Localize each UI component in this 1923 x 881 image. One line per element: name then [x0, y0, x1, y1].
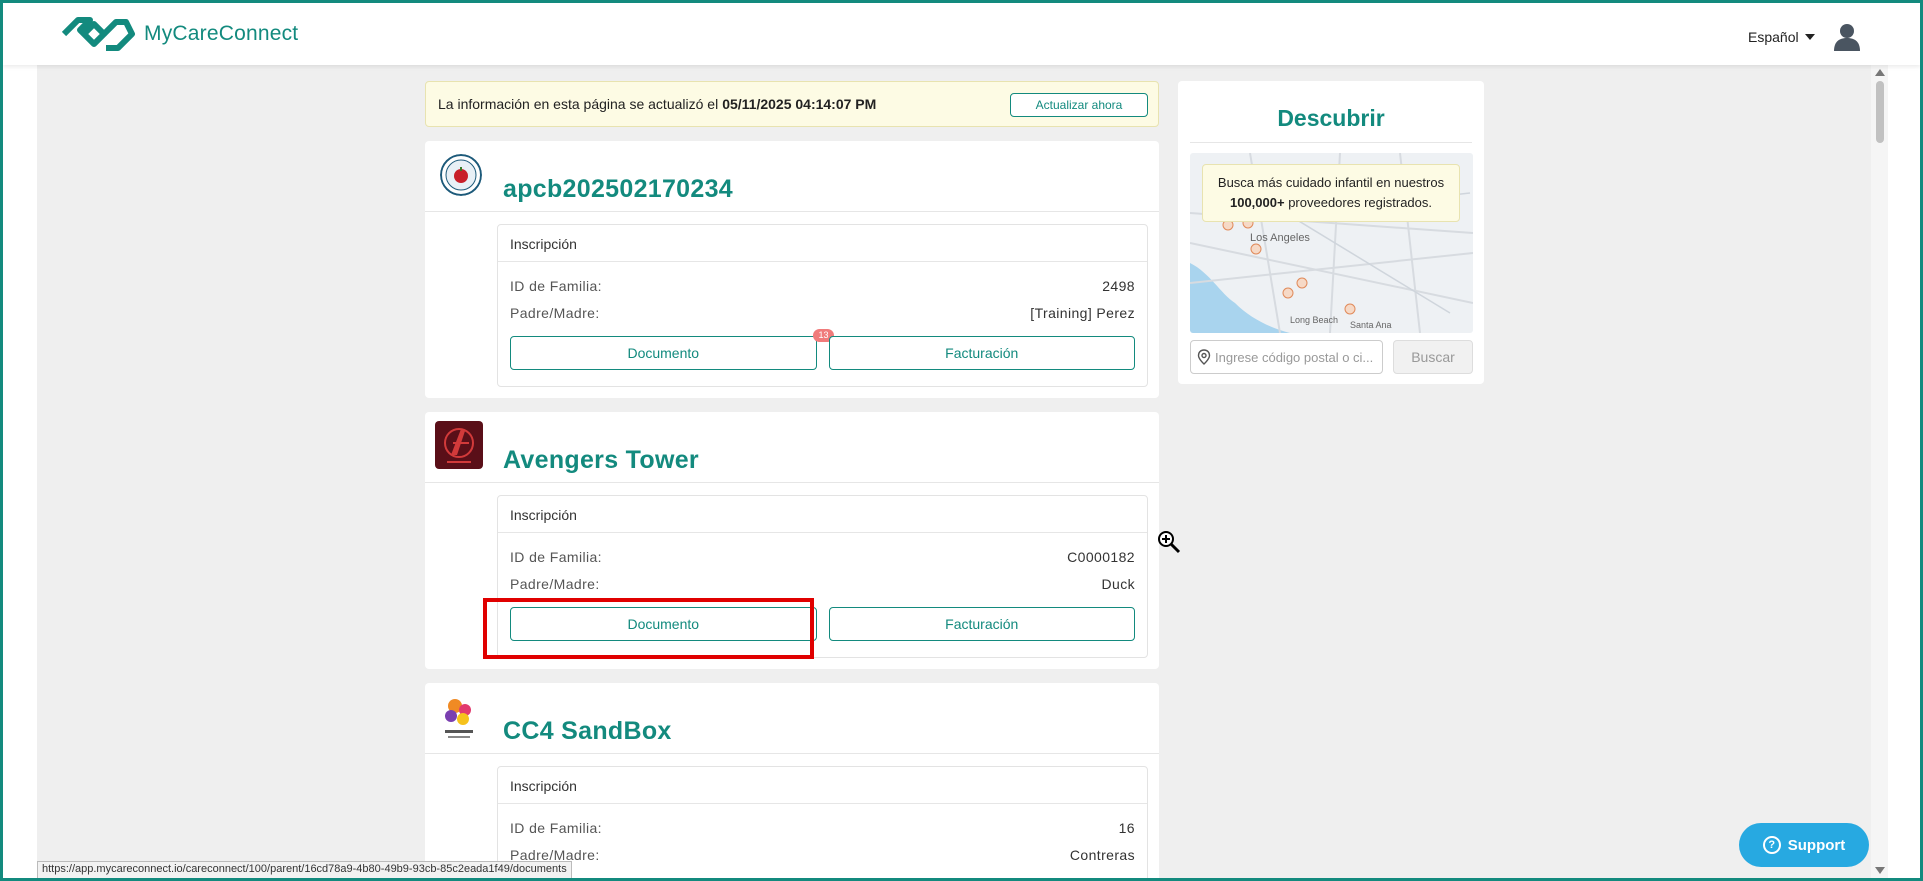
provider-card: apcb202502170234 Inscripción ID de Famil… — [425, 141, 1159, 398]
enrollment-panel: Inscripción ID de Familia: C0000182 Padr… — [497, 495, 1148, 658]
discover-note: Busca más cuidado infantil en nuestros 1… — [1202, 164, 1460, 222]
support-label: Support — [1787, 836, 1846, 854]
providers-map[interactable]: Los Angeles Long Beach Santa Ana Busca m… — [1190, 153, 1473, 333]
help-question-icon: ? — [1762, 836, 1781, 854]
language-selector[interactable]: Español — [1748, 29, 1815, 45]
enrollment-panel: Inscripción ID de Familia: 2498 Padre/Ma… — [497, 224, 1148, 387]
zoom-cursor-icon — [1158, 531, 1181, 554]
map-label: Santa Ana — [1350, 320, 1392, 330]
family-id-label: ID de Familia: — [510, 819, 602, 836]
zip-search-input[interactable]: Ingrese código postal o ci... — [1190, 340, 1383, 374]
billing-button[interactable]: Facturación — [828, 336, 1135, 370]
family-id-value: 2498 — [1102, 277, 1135, 294]
brand-logo[interactable]: MyCareConnect — [60, 16, 298, 52]
discover-note-count: 100,000+ — [1229, 195, 1285, 210]
parent-row: Padre/Madre: [Training] Perez — [498, 299, 1147, 326]
map-label: Long Beach — [1290, 315, 1338, 325]
provider-logo-avengers-icon — [435, 421, 483, 469]
card-actions: Documento Facturación — [498, 607, 1147, 641]
provider-card-header: apcb202502170234 — [425, 141, 1159, 212]
support-button[interactable]: ? Support — [1739, 823, 1869, 867]
parent-value: Duck — [1101, 575, 1135, 592]
discover-panel: Descubrir Los Angeles Long Beach Santa A… — [1178, 81, 1484, 384]
enrollment-panel: Inscripción ID de Familia: 16 Padre/Madr… — [497, 766, 1148, 878]
update-timestamp: 05/11/2025 04:14:07 PM — [722, 96, 877, 112]
refresh-now-button[interactable]: Actualizar ahora — [1010, 93, 1148, 117]
discover-search: Ingrese código postal o ci... Buscar — [1190, 340, 1473, 374]
provider-card-header: Avengers Tower — [425, 412, 1159, 483]
vertical-scrollbar[interactable] — [1871, 65, 1888, 878]
user-avatar-icon[interactable] — [1832, 23, 1862, 51]
discover-title: Descubrir — [1190, 81, 1472, 143]
chevron-down-icon — [1804, 34, 1815, 40]
parent-row: Padre/Madre: Duck — [498, 570, 1147, 597]
provider-name[interactable]: apcb202502170234 — [503, 175, 733, 204]
top-header: MyCareConnect Español — [3, 3, 1920, 65]
parent-row: Padre/Madre: Contreras — [498, 841, 1147, 868]
update-banner-text: La información en esta página se actuali… — [438, 96, 719, 112]
map-label: Los Angeles — [1250, 232, 1310, 244]
family-id-row: ID de Familia: C0000182 — [498, 543, 1147, 570]
enrollment-title: Inscripción — [498, 225, 1147, 262]
document-button-label: Documento — [627, 345, 700, 361]
provider-card-header: CC4 SandBox — [425, 683, 1159, 754]
card-actions: Documento 13 Facturación — [498, 329, 1147, 370]
zip-search-placeholder: Ingrese código postal o ci... — [1215, 349, 1374, 365]
scroll-thumb[interactable] — [1876, 81, 1884, 143]
enrollment-title: Inscripción — [498, 767, 1147, 804]
provider-logo-seal-icon — [440, 154, 482, 196]
enrollment-title: Inscripción — [498, 496, 1147, 533]
link-status-bar: https://app.mycareconnect.io/careconnect… — [37, 861, 572, 878]
family-id-value: 16 — [1118, 819, 1135, 836]
billing-button[interactable]: Facturación — [828, 607, 1135, 641]
mycareconnect-logo-icon — [61, 17, 135, 51]
family-id-row: ID de Familia: 16 — [498, 814, 1147, 841]
location-pin-icon — [1197, 349, 1211, 365]
document-button[interactable]: Documento 13 — [510, 329, 834, 370]
parent-label: Padre/Madre: — [510, 575, 600, 592]
document-button[interactable]: Documento — [510, 607, 817, 641]
search-button[interactable]: Buscar — [1393, 340, 1473, 374]
update-banner: La información en esta página se actuali… — [425, 81, 1159, 127]
discover-note-text: Busca más cuidado infantil en nuestros — [1217, 175, 1445, 190]
family-id-row: ID de Familia: 2498 — [498, 272, 1147, 299]
parent-value: Contreras — [1069, 846, 1135, 863]
family-id-label: ID de Familia: — [510, 277, 602, 294]
language-label: Español — [1748, 29, 1799, 45]
parent-value: [Training] Perez — [1030, 304, 1135, 321]
provider-name[interactable]: Avengers Tower — [503, 446, 699, 475]
scroll-down-icon[interactable] — [1875, 867, 1885, 874]
family-id-value: C0000182 — [1067, 548, 1135, 565]
discover-note-text-2: proveedores registrados. — [1288, 195, 1433, 210]
family-id-label: ID de Familia: — [510, 548, 602, 565]
provider-card: CC4 SandBox Inscripción ID de Familia: 1… — [425, 683, 1159, 878]
scroll-up-icon[interactable] — [1875, 69, 1885, 76]
brand-name: MyCareConnect — [144, 22, 299, 45]
provider-name[interactable]: CC4 SandBox — [503, 717, 672, 746]
main-content: La información en esta página se actuali… — [37, 65, 1871, 878]
parent-label: Padre/Madre: — [510, 304, 600, 321]
provider-logo-sandbox-icon — [435, 692, 483, 744]
provider-card: Avengers Tower Inscripción ID de Familia… — [425, 412, 1159, 669]
